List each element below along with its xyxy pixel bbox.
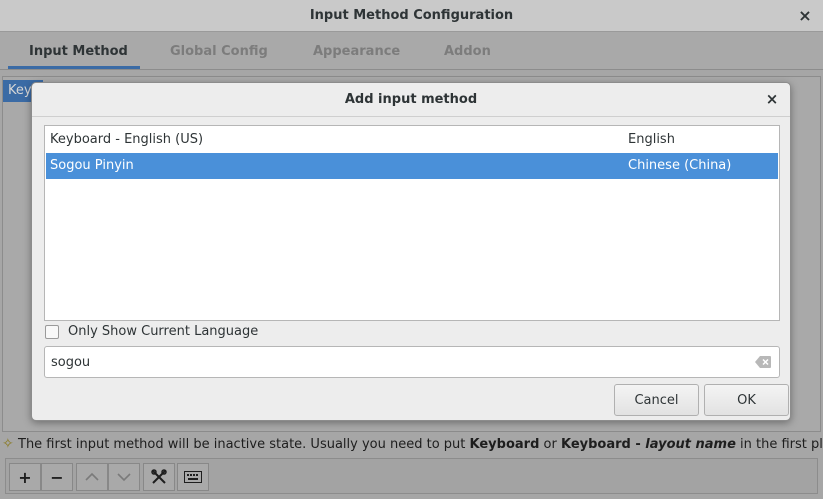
dialog-title: Add input method [344,92,478,107]
available-input-methods-list: Keyboard - English (US) English Sogou Pi… [44,125,780,321]
hint-text: The first input method will be inactive … [18,437,823,452]
move-down-button[interactable] [108,463,140,491]
im-name: Keyboard - English (US) [50,132,204,147]
clear-icon[interactable] [755,356,771,368]
add-button[interactable]: + [9,463,41,491]
list-item[interactable]: Sogou Pinyin Chinese (China) [46,153,778,179]
tab-input-method[interactable]: Input Method [29,44,128,59]
chevron-down-icon [117,473,131,482]
checkbox-label: Only Show Current Language [68,324,259,339]
move-up-button[interactable] [76,463,108,491]
cancel-button[interactable]: Cancel [614,384,699,416]
keyboard-layout-button[interactable] [177,463,209,491]
list-item[interactable]: Keyboard - English (US) English [46,127,778,153]
hint-bar: ✧ The first input method will be inactiv… [0,436,823,456]
bottom-toolbar: + − [5,458,818,494]
tab-addon[interactable]: Addon [444,44,491,59]
search-input[interactable] [51,351,741,373]
checkbox[interactable] [45,325,59,339]
only-current-language-checkbox[interactable]: Only Show Current Language [45,324,345,342]
tab-bar: Input Method Global Config Appearance Ad… [0,32,823,70]
close-icon[interactable]: × [797,6,813,25]
chevron-up-icon [85,472,99,481]
add-input-method-dialog: Add input method × Keyboard - English (U… [31,82,791,421]
tab-global-config[interactable]: Global Config [170,44,268,59]
im-language: Chinese (China) [628,158,732,173]
tab-appearance[interactable]: Appearance [313,44,400,59]
remove-button[interactable]: − [41,463,73,491]
warning-icon: ✧ [2,436,14,452]
window-title: Input Method Configuration [309,8,514,23]
search-field[interactable] [44,346,780,378]
keyboard-icon [184,471,202,483]
main-titlebar: Input Method Configuration × [0,0,823,32]
ok-button[interactable]: OK [704,384,789,416]
im-language: English [628,132,675,147]
im-name: Sogou Pinyin [50,158,134,173]
close-icon[interactable]: × [764,90,780,108]
dialog-titlebar: Add input method × [32,83,790,117]
tools-icon [151,469,167,484]
active-tab-indicator [8,66,140,69]
configure-button[interactable] [143,463,175,491]
